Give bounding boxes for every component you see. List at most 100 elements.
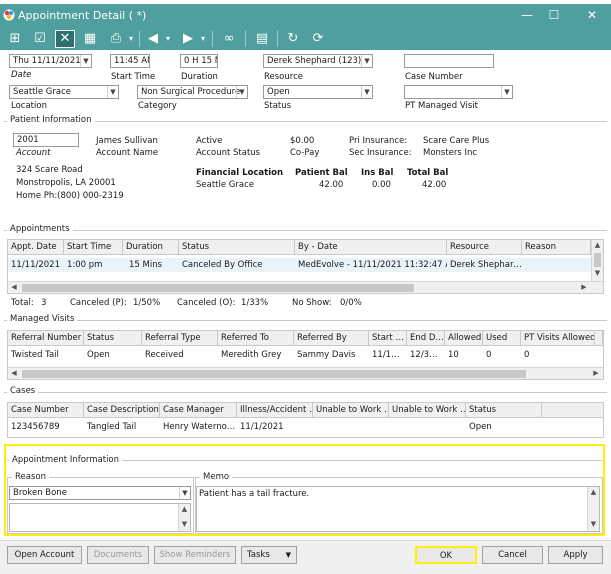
table-cell: 11/1/2021 <box>240 422 284 432</box>
document-list-icon[interactable]: ▤ <box>252 30 272 48</box>
account-input[interactable]: 2001 <box>13 133 79 147</box>
printer-dropdown-icon[interactable]: ▾ <box>126 30 136 48</box>
column-header[interactable]: Referred By <box>294 331 369 346</box>
column-header[interactable] <box>595 331 603 346</box>
column-header[interactable]: Illness/Accident … <box>237 403 313 418</box>
column-header[interactable]: Status <box>466 403 542 418</box>
scroll-up-icon[interactable]: ▲ <box>179 504 190 515</box>
ins-bal-value: 0.00 <box>372 180 391 190</box>
pt-managed-visit-select[interactable]: ▼ <box>404 85 513 99</box>
back-icon[interactable]: ◀ <box>143 30 163 48</box>
tasks-button[interactable]: Tasks ▼ <box>241 546 297 564</box>
scroll-right-icon[interactable]: ▶ <box>578 282 590 293</box>
column-header[interactable]: By - Date <box>295 240 447 255</box>
table-row[interactable]: 11/11/2021 1:00 pm 15 Mins Canceled By O… <box>8 258 591 272</box>
column-header[interactable]: Status <box>84 331 142 346</box>
date-select[interactable]: Thu 11/11/2021 ▼ <box>9 54 92 68</box>
no-show-value: 0/0% <box>340 298 362 308</box>
horizontal-scrollbar[interactable]: ◀ ▶ <box>8 367 603 379</box>
ok-button[interactable]: OK <box>415 546 477 564</box>
column-header[interactable]: Start … <box>369 331 407 346</box>
horizontal-scrollbar[interactable]: ◀ ▶ <box>8 281 603 293</box>
scroll-left-icon[interactable]: ◀ <box>8 282 20 293</box>
scroll-right-icon[interactable]: ▶ <box>590 368 602 379</box>
column-header[interactable]: Reason <box>522 240 591 255</box>
table-cell: 1:00 pm <box>67 260 103 270</box>
apply-button[interactable]: Apply <box>548 546 603 564</box>
column-header[interactable]: Start Time <box>64 240 123 255</box>
scroll-left-icon[interactable]: ◀ <box>8 368 20 379</box>
close-button[interactable]: ✕ <box>582 7 602 24</box>
scroll-down-icon[interactable]: ▼ <box>588 519 599 530</box>
open-account-button[interactable]: Open Account <box>7 546 82 564</box>
column-header[interactable]: Case Description <box>84 403 160 418</box>
duration-input[interactable]: 0 H 15 M <box>180 54 218 68</box>
category-select[interactable]: Non Surgical Procedure ▼ <box>137 85 248 99</box>
cancel-icon[interactable]: ✕ <box>55 30 75 48</box>
column-header[interactable]: Duration <box>123 240 179 255</box>
managed-visits-section-divider <box>4 320 607 321</box>
scroll-down-icon[interactable]: ▼ <box>179 519 190 530</box>
maximize-button[interactable]: ☐ <box>544 7 564 24</box>
category-label: Category <box>138 101 177 111</box>
reason-select[interactable]: Broken Bone ▼ <box>9 486 191 500</box>
forward-dropdown-icon[interactable]: ▾ <box>198 30 208 48</box>
location-select[interactable]: Seattle Grace ▼ <box>9 85 119 99</box>
column-header[interactable]: End D… <box>407 331 445 346</box>
table-cell: Derek Shephar… <box>450 260 522 270</box>
start-time-input[interactable]: 11:45 AM <box>110 54 150 68</box>
table-row[interactable]: 123456789 Tangled Tail Henry Waterno… 11… <box>8 420 603 434</box>
column-header[interactable]: Status <box>179 240 295 255</box>
reason-label: Reason <box>12 472 49 482</box>
calendar-icon[interactable]: ▦ <box>80 30 100 48</box>
check-icon[interactable]: ☑ <box>30 30 50 48</box>
column-header[interactable]: Resource <box>447 240 522 255</box>
case-number-input[interactable] <box>404 54 494 68</box>
account-status-label: Account Status <box>196 148 261 158</box>
refresh-icon[interactable]: ⟳ <box>308 30 328 48</box>
patient-bal-value: 42.00 <box>319 180 344 190</box>
vertical-scrollbar[interactable]: ▲ ▼ <box>178 504 190 531</box>
column-header[interactable]: Referral Number <box>8 331 84 346</box>
binoculars-icon[interactable]: ∞ <box>219 30 239 48</box>
scroll-up-icon[interactable]: ▲ <box>592 240 603 251</box>
cases-section-title: Cases <box>7 386 39 396</box>
table-cell: Sammy Davis <box>297 350 356 360</box>
minimize-button[interactable]: — <box>517 7 537 24</box>
vertical-scrollbar[interactable]: ▲ ▼ <box>591 240 603 281</box>
show-reminders-button[interactable]: Show Reminders <box>154 546 236 564</box>
column-header[interactable]: Unable to Work … <box>313 403 389 418</box>
undo-icon[interactable]: ↻ <box>283 30 303 48</box>
back-dropdown-icon[interactable]: ▾ <box>163 30 173 48</box>
cancel-button[interactable]: Cancel <box>482 546 543 564</box>
sec-insurance-value: Monsters Inc <box>423 148 478 158</box>
table-cell: Open <box>87 350 110 360</box>
reason-list[interactable]: ▲ ▼ <box>9 503 191 532</box>
scroll-thumb[interactable] <box>594 253 601 267</box>
chevron-down-icon: ▼ <box>361 55 372 67</box>
printer-icon[interactable]: ⎙ <box>106 30 126 48</box>
scroll-up-icon[interactable]: ▲ <box>588 487 599 498</box>
column-header[interactable]: Allowed <box>445 331 483 346</box>
patient-bal-label: Patient Bal <box>295 168 348 178</box>
column-header[interactable]: Unable to Work … <box>389 403 466 418</box>
status-select[interactable]: Open ▼ <box>263 85 373 99</box>
resource-select[interactable]: Derek Shephard (123) ▼ <box>263 54 373 68</box>
grid-icon[interactable]: ⊞ <box>5 30 25 48</box>
column-header[interactable]: Case Number <box>8 403 84 418</box>
column-header[interactable]: Referred To <box>218 331 294 346</box>
table-row[interactable]: Twisted Tail Open Received Meredith Grey… <box>8 348 603 362</box>
column-header[interactable]: Case Manager <box>160 403 237 418</box>
column-header[interactable]: Appt. Date <box>8 240 64 255</box>
forward-icon[interactable]: ▶ <box>178 30 198 48</box>
scroll-thumb[interactable] <box>22 370 526 378</box>
resource-label: Resource <box>264 72 303 82</box>
column-header[interactable]: Used <box>483 331 521 346</box>
scroll-thumb[interactable] <box>22 284 414 292</box>
column-header[interactable]: PT Visits Allowed <box>521 331 595 346</box>
vertical-scrollbar[interactable]: ▲ ▼ <box>587 487 599 531</box>
memo-textarea[interactable]: Patient has a tail fracture. ▲ ▼ <box>196 486 600 532</box>
documents-button[interactable]: Documents <box>87 546 149 564</box>
column-header[interactable]: Referral Type <box>142 331 218 346</box>
scroll-down-icon[interactable]: ▼ <box>592 268 603 279</box>
